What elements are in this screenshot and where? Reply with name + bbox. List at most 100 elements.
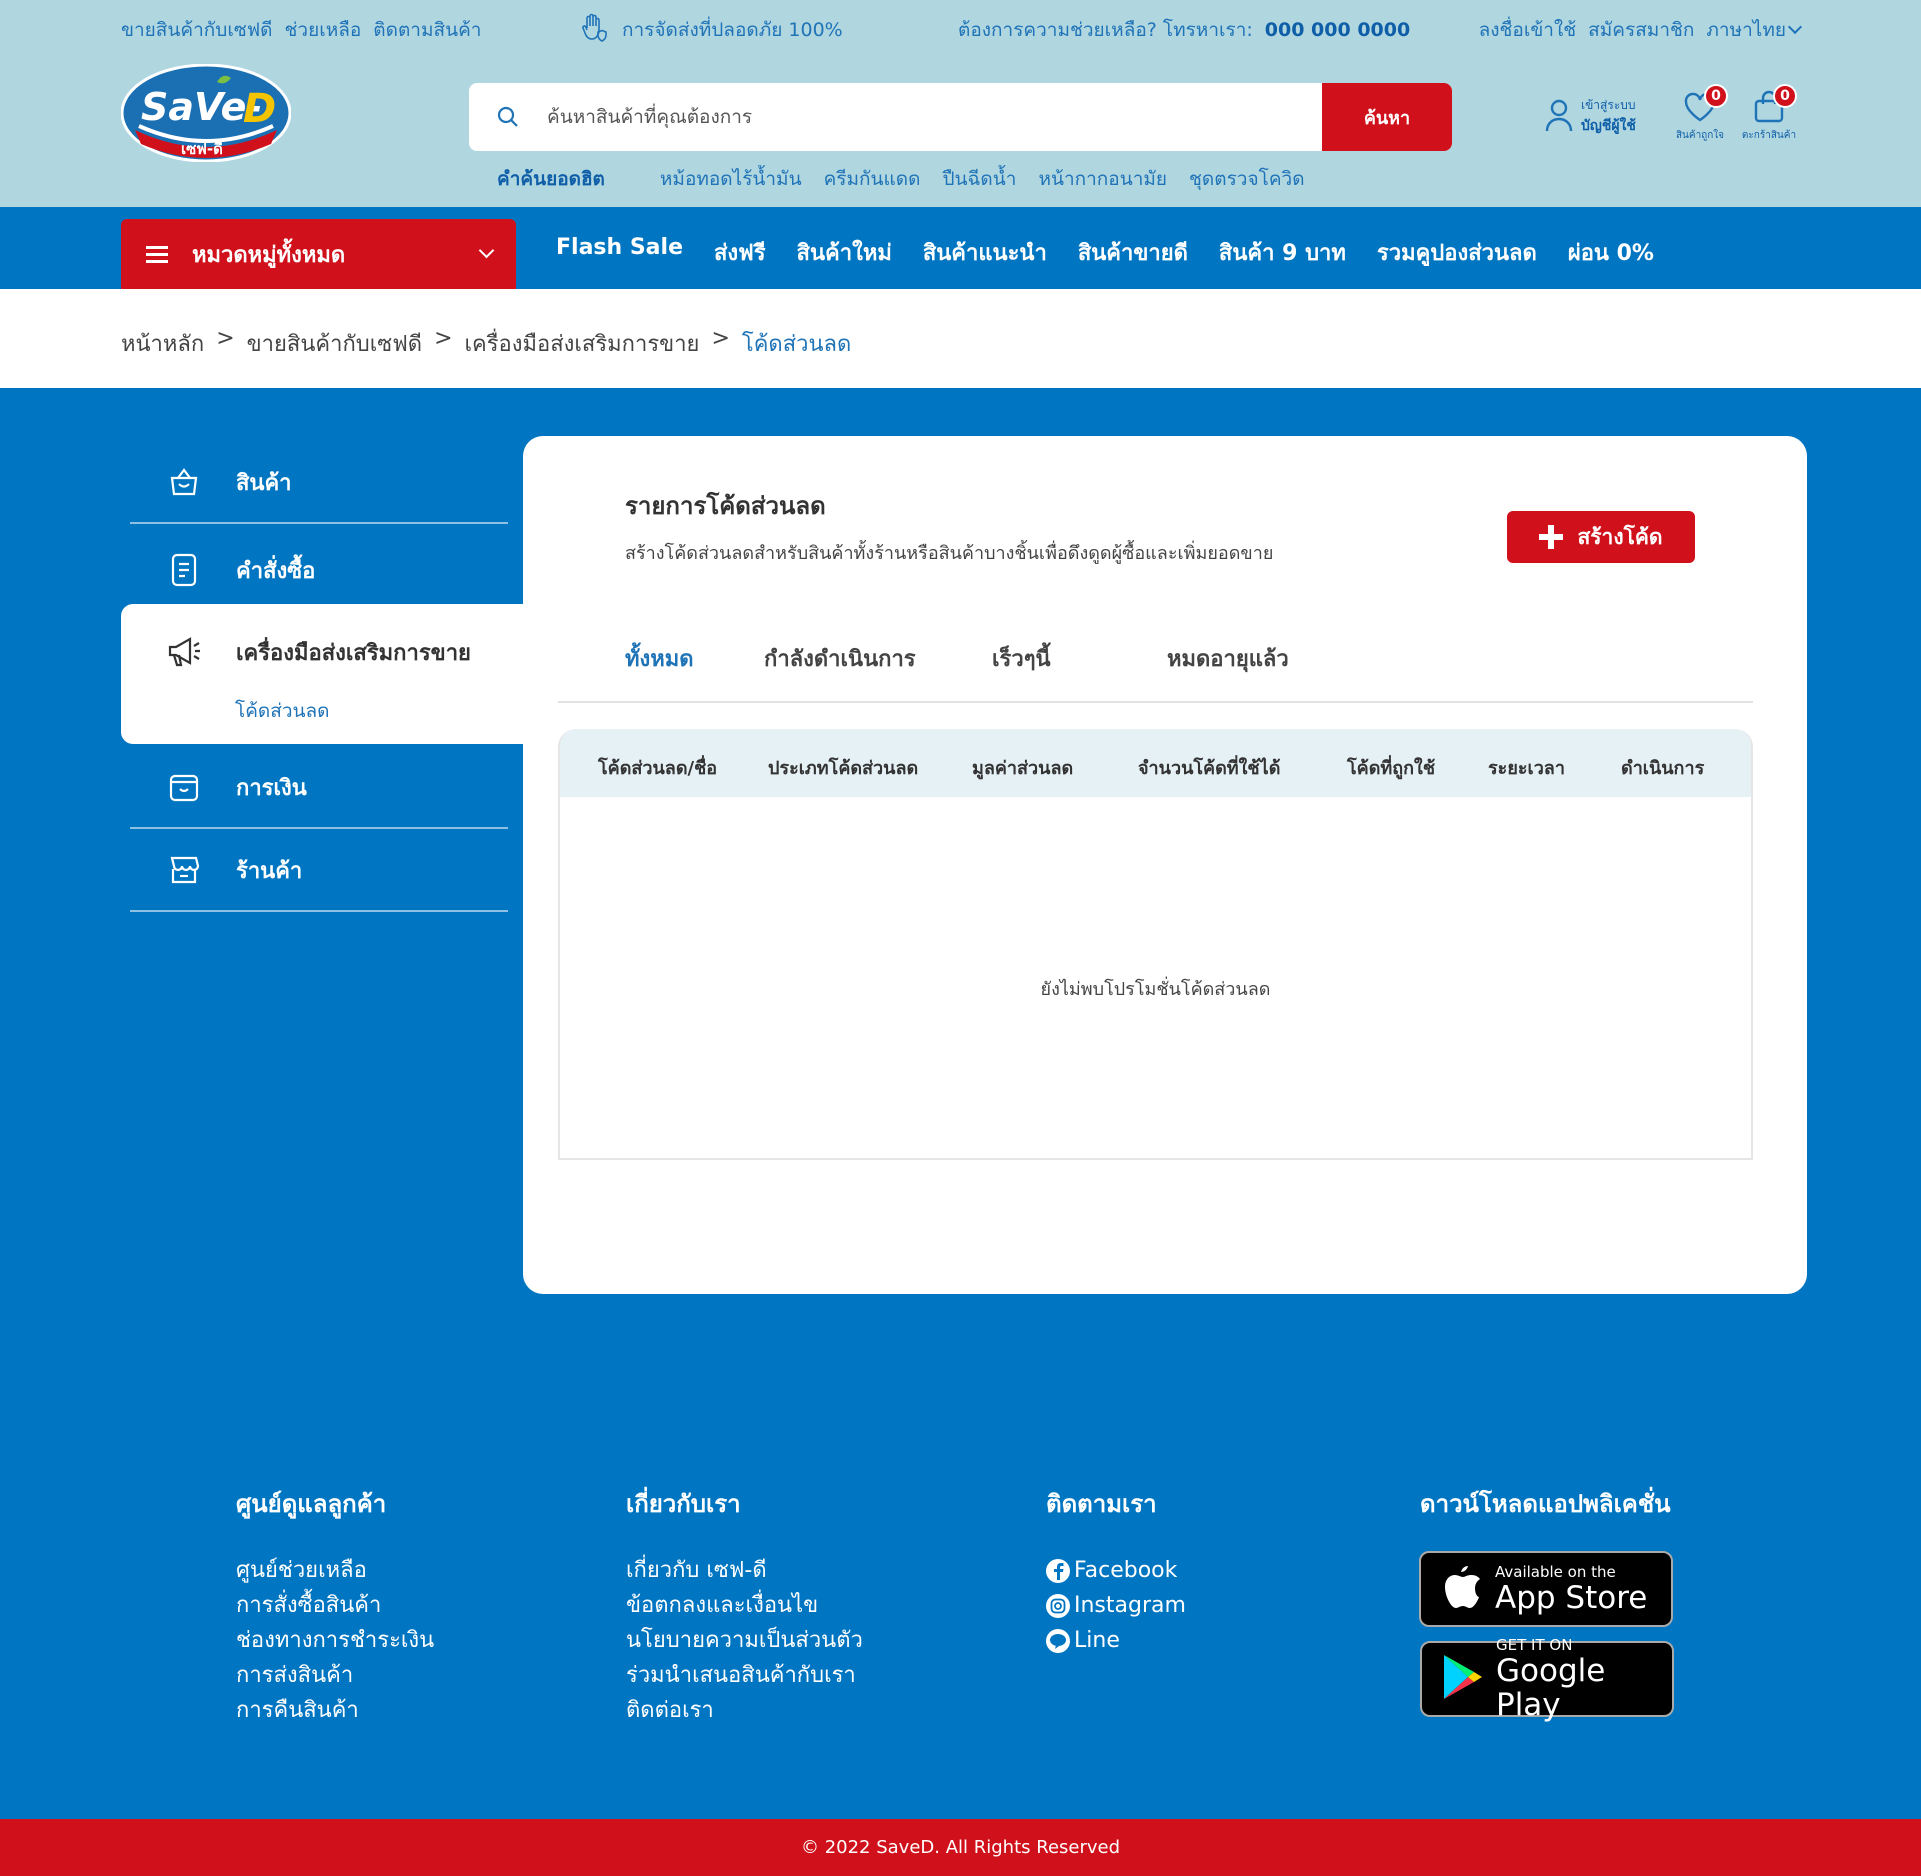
sidebar-item-finance[interactable]: การเงิน: [130, 747, 508, 829]
store-icon: [166, 852, 202, 888]
sidebar-item-label: ร้านค้า: [236, 858, 303, 884]
account-line2: บัญชีผู้ใช้: [1581, 118, 1636, 134]
breadcrumb-seller[interactable]: ขายสินค้ากับเซฟดี: [247, 326, 422, 361]
facebook-icon: [1046, 1558, 1070, 1583]
language-label: ภาษาไทย: [1706, 19, 1786, 41]
footer-link[interactable]: ศูนย์ช่วยเหลือ: [236, 1553, 434, 1588]
sidebar-item-marketing-tools[interactable]: เครื่องมือส่งเสริมการขาย โค้ดส่วนลด: [121, 604, 523, 744]
search-button[interactable]: ค้นหา: [1322, 83, 1452, 151]
footer-about: เกี่ยวกับเรา เกี่ยวกับ เซฟ-ดี ข้อตกลงและ…: [626, 1484, 863, 1728]
tab-expired[interactable]: หมดอายุแล้ว: [1167, 641, 1289, 676]
line-label: Line: [1074, 1628, 1120, 1653]
hot-keyword[interactable]: ครีมกันแดด: [824, 164, 921, 194]
line-link[interactable]: Line: [1046, 1623, 1186, 1658]
saved-logo[interactable]: SaVe- D เซฟ-ดี: [120, 63, 292, 163]
empty-state-message: ยังไม่พบโปรโมชั่นโค้ดส่วนลด: [1040, 979, 1271, 1000]
wishlist-label: สินค้าถูกใจ: [1675, 130, 1725, 141]
sidebar-item-label: สินค้า: [236, 470, 292, 496]
sidebar-item-orders[interactable]: คำสั่งซื้อ: [130, 530, 508, 612]
footer-link[interactable]: ข้อตกลงและเงื่อนไข: [626, 1588, 863, 1623]
column-header: ประเภทโค้ดส่วนลด: [768, 758, 919, 779]
login-link[interactable]: ลงชื่อเข้าใช้: [1479, 15, 1577, 45]
hot-keyword[interactable]: ปืนฉีดน้ำ: [942, 164, 1016, 194]
breadcrumb-separator: >: [216, 326, 235, 351]
help-link[interactable]: ช่วยเหลือ: [285, 15, 362, 45]
account-links: ลงชื่อเข้าใช้ สมัครสมาชิก ภาษาไทย: [1479, 15, 1803, 45]
document-icon: [166, 552, 202, 588]
breadcrumb-home[interactable]: หน้าหลัก: [121, 326, 204, 361]
seller-links: ขายสินค้ากับเซฟดี ช่วยเหลือ ติดตามสินค้า: [121, 16, 481, 44]
sidebar-item-store[interactable]: ร้านค้า: [130, 830, 508, 912]
nav-links: Flash Sale ส่งฟรี สินค้าใหม่ สินค้าแนะนำ…: [556, 235, 1654, 270]
search-input[interactable]: [547, 83, 1322, 151]
account-line1: เข้าสู่ระบบ: [1581, 98, 1636, 112]
footer-link[interactable]: ติดต่อเรา: [626, 1693, 863, 1728]
google-play-badge[interactable]: GET IT ON Google Play: [1420, 1636, 1674, 1722]
footer-link[interactable]: การสั่งซื้อสินค้า: [236, 1588, 434, 1623]
help-phone-number[interactable]: 000 000 0000: [1265, 19, 1410, 41]
nav-link-9-baht[interactable]: สินค้า 9 บาท: [1219, 235, 1346, 270]
app-store-badge[interactable]: Available on the App Store: [1419, 1551, 1673, 1627]
svg-text:D: D: [243, 86, 276, 132]
sidebar-item-label: เครื่องมือส่งเสริมการขาย: [236, 640, 471, 666]
footer-link[interactable]: การส่งสินค้า: [236, 1658, 434, 1693]
hot-keyword[interactable]: หม้อทอดไร้น้ำมัน: [660, 164, 802, 194]
hamburger-icon: [146, 246, 168, 263]
facebook-label: Facebook: [1074, 1558, 1178, 1583]
wishlist-count-badge: 0: [1704, 84, 1728, 108]
user-icon: [1545, 98, 1573, 136]
hot-keyword[interactable]: ชุดตรวจโควิด: [1189, 164, 1305, 194]
all-categories-button[interactable]: หมวดหมู่ทั้งหมด: [121, 219, 516, 289]
language-select[interactable]: ภาษาไทย: [1706, 15, 1803, 45]
breadcrumb-current: โค้ดส่วนลด: [741, 332, 852, 357]
nav-link-coupons[interactable]: รวมคูปองส่วนลด: [1377, 235, 1537, 270]
footer-link[interactable]: เกี่ยวกับ เซฟ-ดี: [626, 1553, 863, 1588]
footer-link[interactable]: ร่วมนำเสนอสินค้ากับเรา: [626, 1658, 863, 1693]
sidebar-item-label: คำสั่งซื้อ: [236, 558, 316, 584]
facebook-link[interactable]: Facebook: [1046, 1553, 1186, 1588]
heart-icon: [1683, 92, 1717, 127]
google-play-icon: [1440, 1653, 1484, 1705]
wishlist-button[interactable]: 0 สินค้าถูกใจ: [1670, 84, 1730, 143]
tab-all[interactable]: ทั้งหมด: [625, 641, 694, 676]
nav-link-new-products[interactable]: สินค้าใหม่: [797, 235, 892, 270]
footer-link[interactable]: นโยบายความเป็นส่วนตัว: [626, 1623, 863, 1658]
google-play-small-text: GET IT ON: [1496, 1636, 1573, 1654]
create-code-label: สร้างโค้ด: [1577, 524, 1663, 549]
footer-link[interactable]: ช่องทางการชำระเงิน: [236, 1623, 434, 1658]
app-store-small-text: Available on the: [1495, 1563, 1616, 1581]
breadcrumb-marketing-tools[interactable]: เครื่องมือส่งเสริมการขาย: [465, 326, 700, 361]
tab-upcoming[interactable]: เร็วๆนี้: [992, 641, 1051, 676]
register-link[interactable]: สมัครสมาชิก: [1588, 15, 1694, 45]
nav-link-free-shipping[interactable]: ส่งฟรี: [714, 235, 766, 270]
column-header: ดำเนินการ: [1621, 758, 1705, 779]
hot-keywords: คำค้นยอดฮิต หม้อทอดไร้น้ำมัน ครีมกันแดด …: [497, 164, 1305, 194]
instagram-link[interactable]: Instagram: [1046, 1588, 1186, 1623]
cart-button[interactable]: 0 ตะกร้าสินค้า: [1739, 84, 1799, 143]
copyright-text: © 2022 SaveD. All Rights Reserved: [800, 1837, 1121, 1858]
chevron-down-icon: [1787, 19, 1803, 35]
sidebar-subitem-discount-codes[interactable]: โค้ดส่วนลด: [235, 696, 330, 726]
sell-with-saved-link[interactable]: ขายสินค้ากับเซฟดี: [121, 15, 273, 45]
create-code-button[interactable]: สร้างโค้ด: [1507, 511, 1695, 563]
nav-link-flash-sale[interactable]: Flash Sale: [556, 235, 683, 270]
app-store-big-text: App Store: [1495, 1580, 1648, 1616]
footer-follow-us: ติดตามเรา Facebook Instagram Line: [1046, 1484, 1186, 1658]
column-header: จำนวนโค้ดที่ใช้ได้: [1138, 758, 1281, 779]
cart-label: ตะกร้าสินค้า: [1741, 130, 1797, 141]
google-play-big-text: Google Play: [1496, 1653, 1606, 1723]
safe-shipping-notice: การจัดส่งที่ปลอดภัย 100%: [578, 13, 843, 44]
nav-link-recommended[interactable]: สินค้าแนะนำ: [923, 235, 1047, 270]
nav-link-best-sellers[interactable]: สินค้าขายดี: [1078, 235, 1188, 270]
column-header: มูลค่าส่วนลด: [972, 758, 1074, 779]
breadcrumb: หน้าหลัก > ขายสินค้ากับเซฟดี > เครื่องมื…: [121, 326, 851, 361]
sidebar-item-products[interactable]: สินค้า: [130, 442, 508, 524]
track-order-link[interactable]: ติดตามสินค้า: [373, 15, 481, 45]
help-hotline-label: ต้องการความช่วยเหลือ? โทรหาเรา:: [958, 19, 1253, 41]
nav-link-installment[interactable]: ผ่อน 0%: [1568, 235, 1654, 270]
account-button[interactable]: เข้าสู่ระบบ บัญชีผู้ใช้: [1545, 96, 1636, 137]
footer-link[interactable]: การคืนสินค้า: [236, 1693, 434, 1728]
tab-ongoing[interactable]: กำลังดำเนินการ: [764, 641, 916, 676]
table-header: โค้ดส่วนลด/ชื่อ ประเภทโค้ดส่วนลด มูลค่าส…: [560, 729, 1751, 797]
hot-keyword[interactable]: หน้ากากอนามัย: [1038, 164, 1167, 194]
